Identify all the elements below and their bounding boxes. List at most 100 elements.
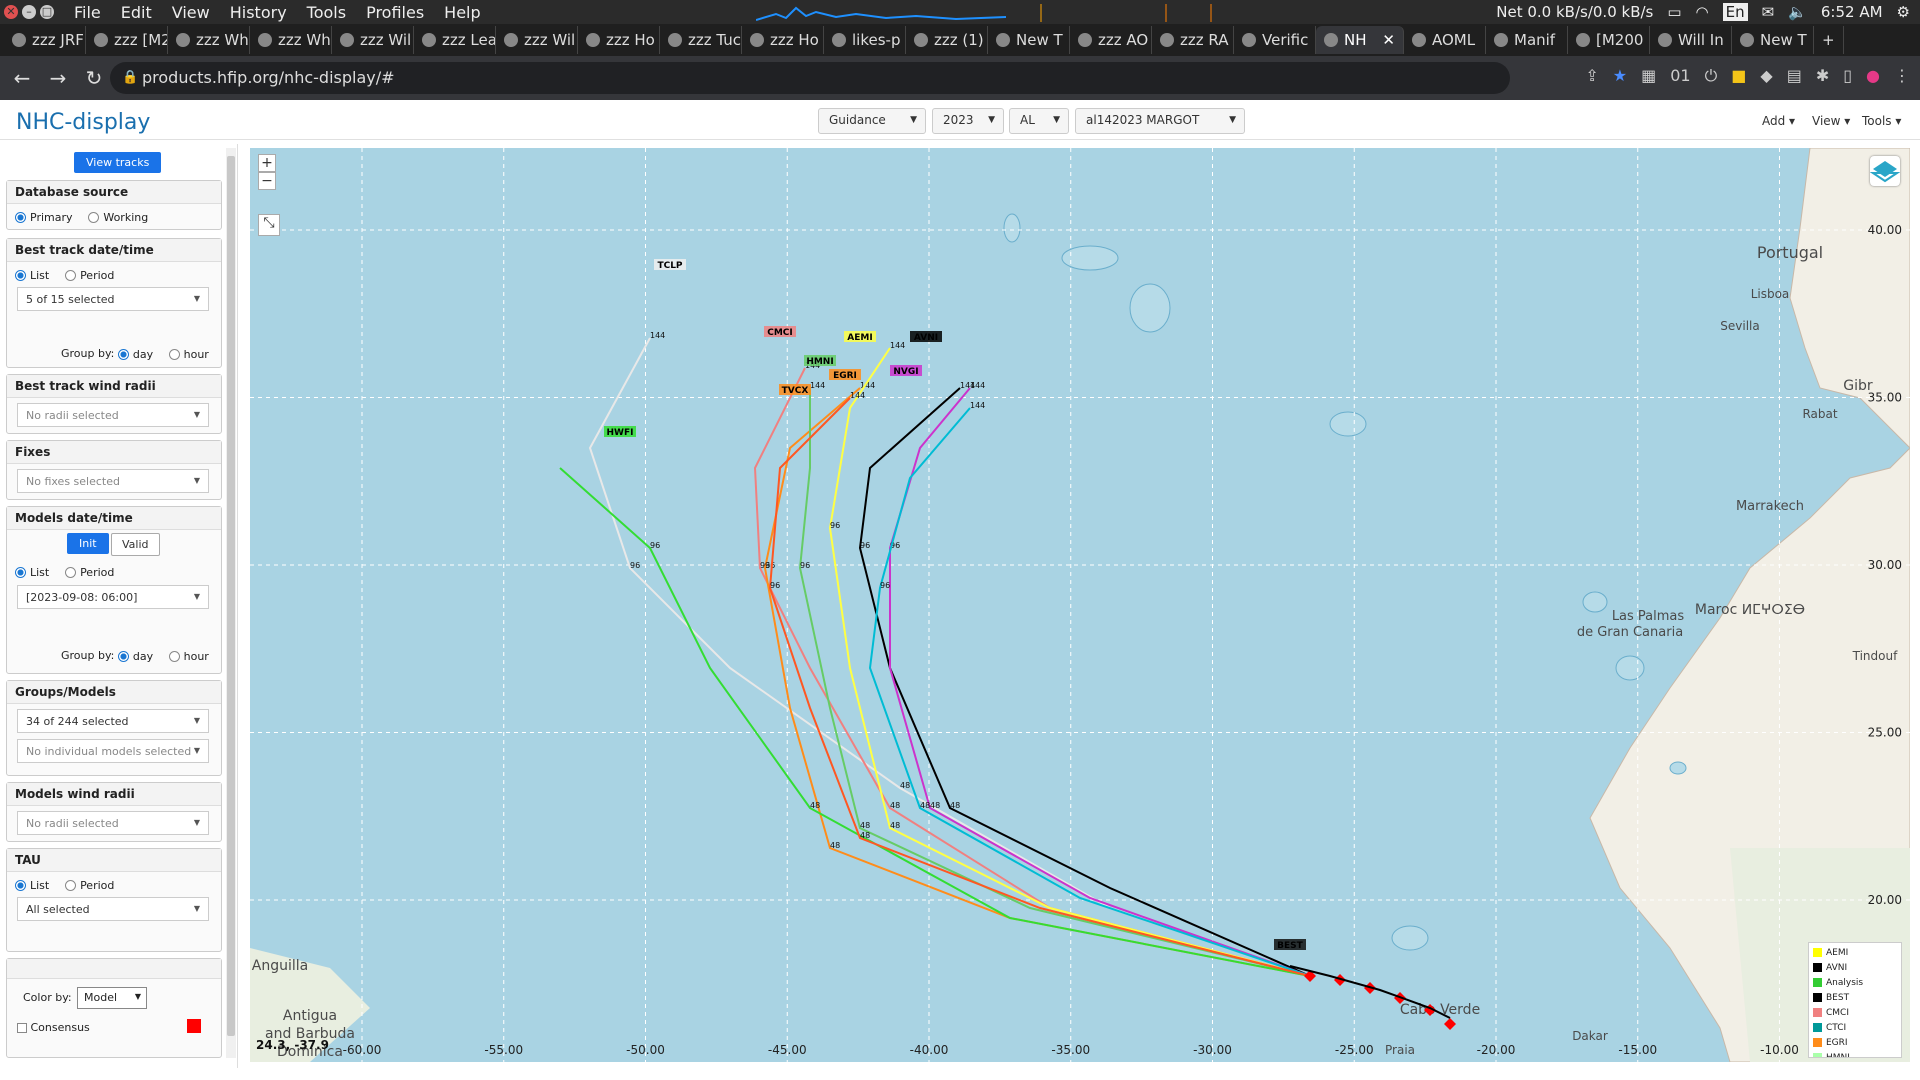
tab-3[interactable]: zzz Wh	[250, 26, 332, 54]
extension-icon[interactable]: ◆	[1760, 66, 1772, 86]
tab-15[interactable]: Verific	[1234, 26, 1316, 54]
tab-5[interactable]: zzz Lea	[414, 26, 496, 54]
tab-9[interactable]: zzz Ho	[742, 26, 824, 54]
menu-view[interactable]: View	[172, 3, 210, 22]
app-brand[interactable]: NHC-display	[16, 110, 150, 135]
legend[interactable]: AEMI AVNI Analysis BEST CMCI CTCI EGRI HMNI	[1808, 942, 1902, 1058]
tools-menu[interactable]: Tools ▾	[1862, 114, 1901, 128]
tab-17[interactable]: AOML	[1404, 26, 1486, 54]
consensus-checkbox[interactable]	[17, 1023, 27, 1033]
clock[interactable]: 6:52 AM	[1821, 3, 1883, 21]
year-select[interactable]: 2023 ▼	[932, 108, 1004, 134]
init-button[interactable]: Init	[67, 533, 109, 554]
tab-6[interactable]: zzz Wil	[496, 26, 578, 54]
models-group-hour-radio[interactable]	[168, 650, 180, 662]
sidebar-scrollbar[interactable]	[226, 148, 236, 1058]
power-icon[interactable]: ⏻	[1705, 66, 1718, 86]
zoom-out-button[interactable]: −	[258, 172, 276, 190]
settings-gear-icon[interactable]: ⚙	[1897, 3, 1910, 21]
bookmark-star-icon[interactable]: ★	[1613, 66, 1627, 86]
maximize-window-icon[interactable]: □	[40, 5, 54, 19]
models-group-day-radio[interactable]	[117, 650, 129, 662]
legend-item[interactable]: BEST	[1813, 990, 1897, 1005]
new-tab-plus-icon[interactable]: +	[1814, 26, 1844, 54]
display-icon[interactable]: ▭	[1667, 3, 1681, 21]
url-field[interactable]: 🔒 products.hfip.org/nhc-display/#	[110, 62, 1510, 94]
tab-8[interactable]: zzz Tuc	[660, 26, 742, 54]
track-map[interactable]: -60.00 -55.00 -50.00 -45.00 -40.00 -35.00 -30.…	[250, 148, 1910, 1062]
tab-0[interactable]: zzz JRF	[4, 26, 86, 54]
tau-period-radio[interactable]	[65, 880, 77, 891]
tau-list-radio[interactable]	[15, 880, 26, 891]
tab-2[interactable]: zzz Wh	[168, 26, 250, 54]
best-track-select[interactable]: 5 of 15 selected ▼	[17, 287, 209, 311]
valid-button[interactable]: Valid	[111, 533, 160, 556]
tab-20[interactable]: Will In	[1650, 26, 1732, 54]
tab-13[interactable]: zzz AO	[1070, 26, 1152, 54]
primary-radio[interactable]	[15, 212, 26, 223]
view-tracks-button[interactable]: View tracks	[74, 152, 162, 173]
menu-profiles[interactable]: Profiles	[366, 3, 424, 22]
back-arrow-icon[interactable]: ←	[8, 66, 36, 90]
sidebar-toggle-icon[interactable]: ▯	[1843, 66, 1852, 86]
models-list-radio[interactable]	[15, 567, 26, 578]
tab-1[interactable]: zzz [M2	[86, 26, 168, 54]
legend-item[interactable]: AVNI	[1813, 960, 1897, 975]
tab-10[interactable]: likes-p	[824, 26, 906, 54]
keyboard-language[interactable]: En	[1722, 3, 1748, 21]
volume-icon[interactable]: 🔈	[1788, 3, 1807, 21]
group-by-hour-radio[interactable]	[168, 348, 180, 360]
group-by-day-radio[interactable]	[117, 348, 129, 360]
add-menu[interactable]: Add ▾	[1762, 114, 1795, 128]
tab-11[interactable]: zzz (1)	[906, 26, 988, 54]
tab-21[interactable]: New T	[1732, 26, 1814, 54]
zoom-in-button[interactable]: +	[258, 154, 276, 172]
tab-19[interactable]: [M200	[1568, 26, 1650, 54]
layers-icon[interactable]	[1869, 156, 1901, 186]
mail-icon[interactable]: ✉	[1762, 3, 1775, 21]
kebab-menu-icon[interactable]: ⋮	[1894, 66, 1910, 86]
legend-item[interactable]: Analysis	[1813, 975, 1897, 990]
best-track-period-radio[interactable]	[65, 270, 77, 281]
best-track-list-radio[interactable]	[15, 270, 26, 281]
models-period-radio[interactable]	[65, 567, 77, 578]
extension-icon[interactable]: ■	[1731, 66, 1746, 86]
models-datetime-select[interactable]: [2023-09-08: 06:00] ▼	[17, 585, 209, 609]
tab-14[interactable]: zzz RA	[1152, 26, 1234, 54]
product-select[interactable]: Guidance ▼	[818, 108, 926, 134]
legend-item[interactable]: HMNI	[1813, 1050, 1897, 1057]
menu-history[interactable]: History	[230, 3, 287, 22]
avatar[interactable]: ●	[1866, 66, 1880, 86]
wifi-icon[interactable]: ◠	[1696, 3, 1709, 21]
close-tab-icon[interactable]: ✕	[1382, 31, 1395, 49]
reload-icon[interactable]: ↻	[80, 66, 108, 90]
working-radio[interactable]	[88, 212, 100, 223]
puzzle-icon[interactable]: ✱	[1816, 66, 1829, 86]
menu-edit[interactable]: Edit	[121, 3, 152, 22]
extension-icon[interactable]: ▦	[1641, 66, 1656, 86]
groups-select[interactable]: 34 of 244 selected ▼	[17, 709, 209, 733]
basin-select[interactable]: AL ▼	[1009, 108, 1069, 134]
fixes-select[interactable]: No fixes selected ▼	[17, 469, 209, 493]
color-by-select[interactable]: Model ▼	[77, 987, 147, 1009]
share-icon[interactable]: ⇪	[1585, 66, 1598, 86]
menu-tools[interactable]: Tools	[307, 3, 346, 22]
models-wind-radii-select[interactable]: No radii selected ▼	[17, 811, 209, 835]
fullscreen-button[interactable]: ⤡	[258, 214, 280, 236]
legend-item[interactable]: CTCI	[1813, 1020, 1897, 1035]
minimize-window-icon[interactable]: –	[22, 5, 36, 19]
individual-models-select[interactable]: No individual models selected ▼	[17, 739, 209, 763]
menu-file[interactable]: File	[74, 3, 101, 22]
forward-arrow-icon[interactable]: →	[44, 66, 72, 90]
best-track-wind-radii-select[interactable]: No radii selected ▼	[17, 403, 209, 427]
tab-12[interactable]: New T	[988, 26, 1070, 54]
extension-icon[interactable]: 01	[1670, 66, 1690, 86]
view-menu[interactable]: View ▾	[1812, 114, 1850, 128]
consensus-color-swatch[interactable]	[187, 1019, 201, 1033]
tau-select[interactable]: All selected ▼	[17, 897, 209, 921]
legend-item[interactable]: EGRI	[1813, 1035, 1897, 1050]
tab-4[interactable]: zzz Wil	[332, 26, 414, 54]
extension-icon[interactable]: ▤	[1787, 66, 1802, 86]
map-view[interactable]: -60.00 -55.00 -50.00 -45.00 -40.00 -35.00 -30.…	[250, 148, 1910, 1062]
tab-18[interactable]: Manif	[1486, 26, 1568, 54]
